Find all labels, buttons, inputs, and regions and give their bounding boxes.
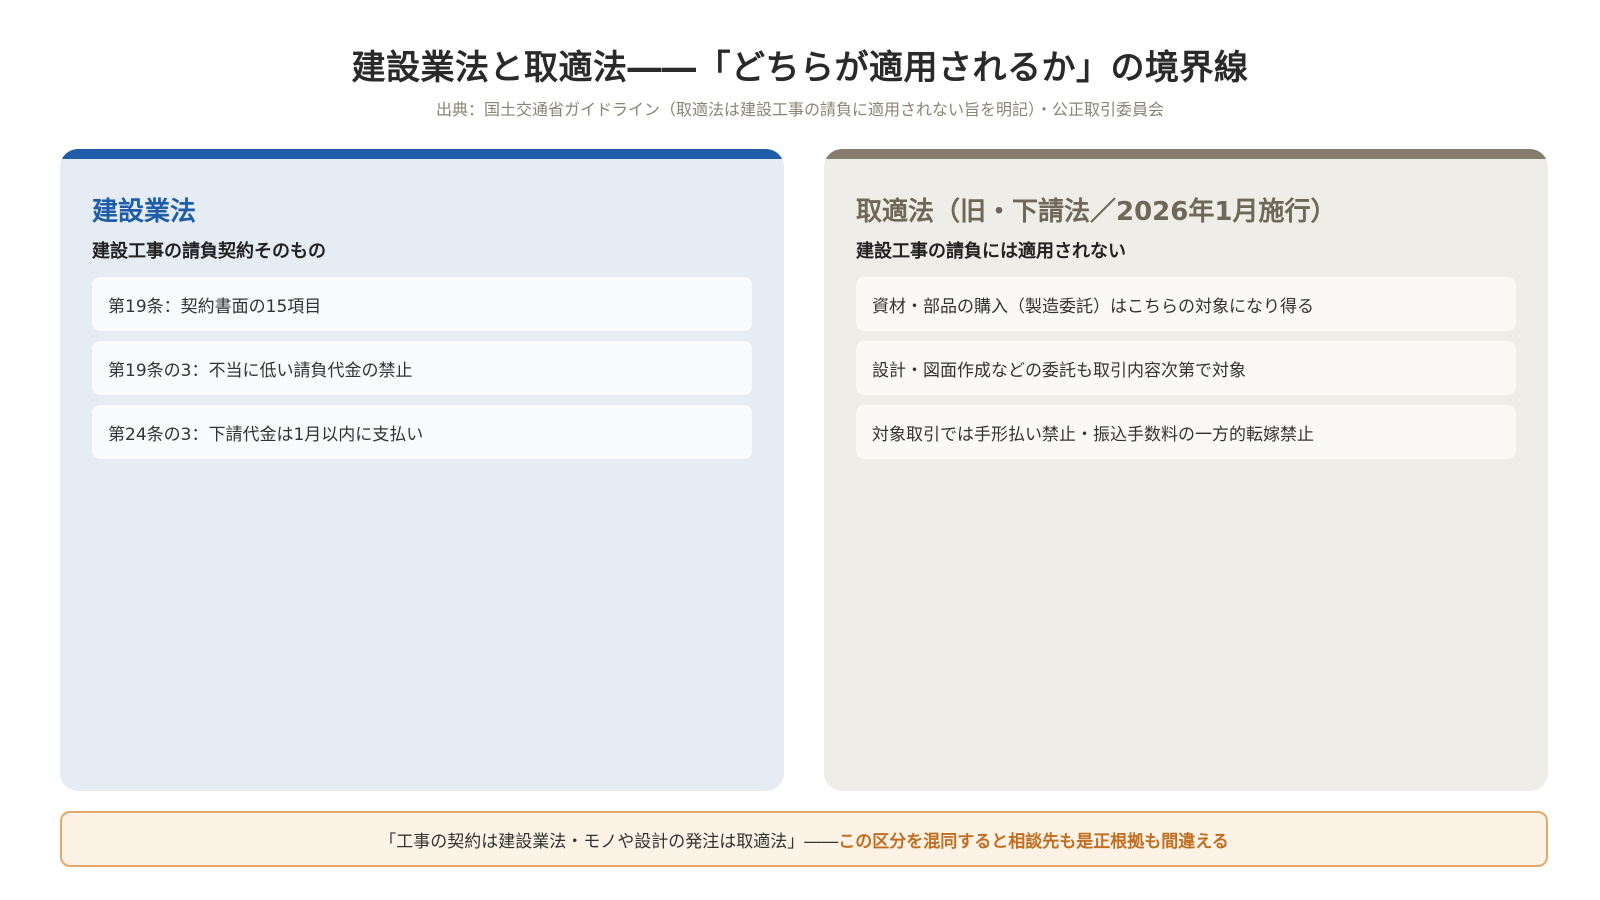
panel-subtitle: 建設工事の請負契約そのもの [92, 241, 326, 262]
list-item: 第24条の3：下請代金は1月以内に支払い [92, 405, 752, 459]
item-list: 第19条：契約書面の15項目 第19条の3：不当に低い請負代金の禁止 第24条の… [92, 277, 752, 469]
callout-text: 「工事の契約は建設業法・モノや設計の発注は取適法」―― [379, 831, 839, 852]
panel-accent-bar [60, 149, 784, 159]
page: 建設業法と取適法――「どちらが適用されるか」の境界線 出典：国土交通省ガイドライ… [0, 0, 1600, 900]
subcontract-act-panel: 取適法（旧・下請法／2026年1月施行） 建設工事の請負には適用されない 資材・… [824, 149, 1548, 791]
panel-subtitle: 建設工事の請負には適用されない [856, 241, 1126, 262]
panel-title: 取適法（旧・下請法／2026年1月施行） [856, 197, 1337, 227]
list-item: 対象取引では手形払い禁止・振込手数料の一方的転嫁禁止 [856, 405, 1516, 459]
callout-emphasis: この区分を混同すると相談先も是正根拠も間違える [838, 831, 1229, 852]
panel-accent-bar [824, 149, 1548, 159]
list-item: 設計・図面作成などの委託も取引内容次第で対象 [856, 341, 1516, 395]
construction-business-act-panel: 建設業法 建設工事の請負契約そのもの 第19条：契約書面の15項目 第19条の3… [60, 149, 784, 791]
item-list: 資材・部品の購入（製造委託）はこちらの対象になり得る 設計・図面作成などの委託も… [856, 277, 1516, 469]
page-title: 建設業法と取適法――「どちらが適用されるか」の境界線 [351, 48, 1249, 88]
list-item: 第19条：契約書面の15項目 [92, 277, 752, 331]
panel-title: 建設業法 [92, 197, 197, 227]
summary-callout: 「工事の契約は建設業法・モノや設計の発注は取適法」―― この区分を混同すると相談先… [60, 811, 1548, 867]
source-note: 出典：国土交通省ガイドライン（取適法は建設工事の請負に適用されない旨を明記）・公… [435, 100, 1164, 119]
list-item: 資材・部品の購入（製造委託）はこちらの対象になり得る [856, 277, 1516, 331]
list-item: 第19条の3：不当に低い請負代金の禁止 [92, 341, 752, 395]
